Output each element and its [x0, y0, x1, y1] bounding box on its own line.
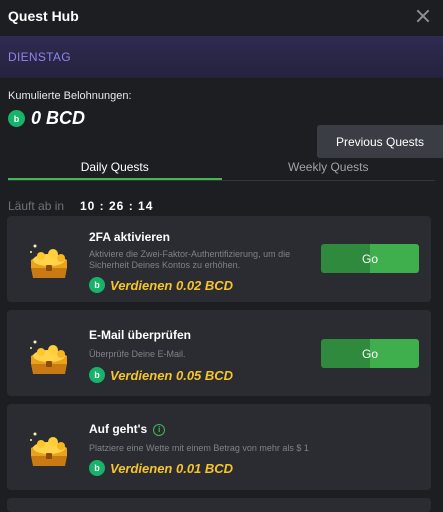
timer-value: 10 : 26 : 14	[80, 199, 154, 213]
quest-description: Überprüfe Deine E-Mail.	[89, 349, 186, 359]
info-icon[interactable]: i	[153, 423, 166, 436]
treasure-chest-icon	[30, 340, 67, 374]
bcd-coin-icon: b	[89, 277, 105, 293]
quest-card: Auf geht's i Platziere eine Wette mit ein…	[7, 404, 431, 490]
quest-description: Platziere eine Wette mit einem Betrag vo…	[89, 443, 309, 453]
quest-card: E-Mail überprüfen Überprüfe Deine E-Mail…	[7, 310, 431, 396]
treasure-chest-icon	[30, 244, 67, 278]
quest-title: 2FA aktivieren	[89, 230, 170, 244]
day-label: DIENSTAG	[8, 50, 71, 64]
quest-reward: b Verdienen 0.05 BCD	[89, 367, 233, 383]
bcd-coin-icon: b	[8, 110, 25, 127]
quest-title-row: Auf geht's i	[89, 422, 166, 436]
timer-label: Läuft ab in	[8, 199, 65, 213]
quest-title: Auf geht's	[89, 422, 148, 436]
go-button[interactable]: Go	[321, 244, 419, 273]
bcd-coin-icon: b	[89, 367, 105, 383]
quest-card	[7, 498, 431, 512]
bcd-coin-icon: b	[89, 460, 105, 476]
quest-reward-text: Verdienen 0.01 BCD	[110, 460, 234, 476]
quest-title: E-Mail überprüfen	[89, 328, 192, 342]
rewards-label: Kumulierte Belohnungen:	[8, 90, 132, 102]
quest-description: Aktiviere die Zwei-Faktor-Authentifizier…	[89, 249, 291, 270]
treasure-chest-icon	[30, 432, 67, 466]
quest-reward: b Verdienen 0.02 BCD	[89, 277, 233, 293]
day-banner: DIENSTAG	[0, 36, 443, 78]
quest-tabs: Daily Quests Weekly Quests	[8, 154, 435, 181]
quest-reward-text: Verdienen 0.02 BCD	[110, 277, 234, 293]
quest-reward: b Verdienen 0.01 BCD	[89, 460, 233, 476]
page-title: Quest Hub	[8, 8, 79, 24]
tab-weekly-quests[interactable]: Weekly Quests	[222, 154, 436, 180]
quest-reward-text: Verdienen 0.05 BCD	[110, 367, 234, 383]
rewards-value: 0 BCD	[31, 108, 86, 128]
close-icon[interactable]	[415, 8, 431, 24]
tab-daily-quests[interactable]: Daily Quests	[8, 154, 222, 180]
quest-card: 2FA aktivieren Aktiviere die Zwei-Faktor…	[7, 216, 431, 302]
rewards-section: Kumulierte Belohnungen: b 0 BCD Previous…	[0, 78, 443, 158]
go-button[interactable]: Go	[321, 339, 419, 368]
header: Quest Hub	[0, 0, 443, 32]
